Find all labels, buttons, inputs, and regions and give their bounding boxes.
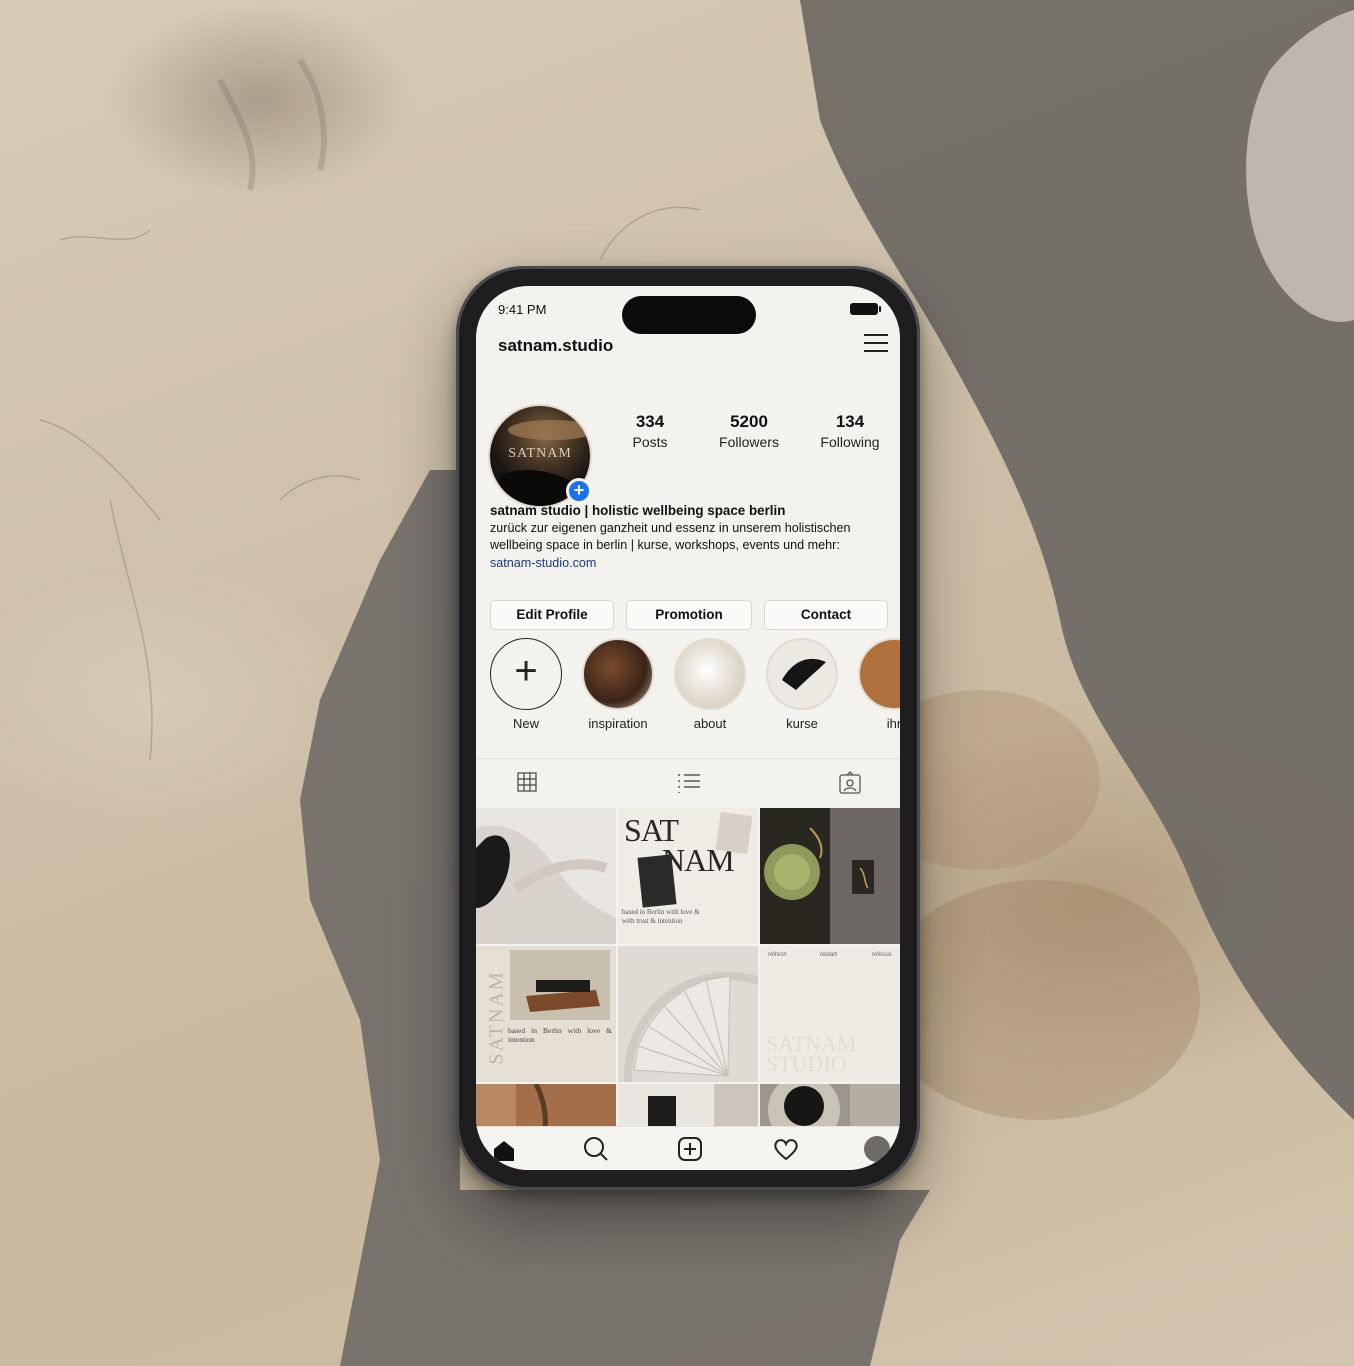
post-4-vertical-text: SATNAM <box>485 970 508 1065</box>
post-2-paper <box>715 811 753 855</box>
status-time: 9:41 PM <box>498 302 547 317</box>
post-6-title-b: STUDIO <box>766 1051 847 1076</box>
bio-name: satnam studio | holistic wellbeing space… <box>490 503 786 518</box>
dynamic-island <box>622 296 756 334</box>
post-4[interactable]: SATNAM based in Berlin with love & inten… <box>476 946 616 1082</box>
grid-icon[interactable] <box>516 771 538 793</box>
tagged-icon[interactable] <box>838 771 862 794</box>
avatar-logo-text: SATNAM <box>508 446 572 461</box>
highlight-kurse[interactable]: kurse <box>764 638 840 731</box>
home-icon[interactable] <box>490 1135 518 1163</box>
stat-followers[interactable]: 5200 Followers <box>708 412 790 450</box>
post-2-photo <box>637 854 677 908</box>
followers-count: 5200 <box>730 412 768 431</box>
post-6-label-b: restart <box>820 952 838 958</box>
hamburger-icon[interactable] <box>864 334 888 352</box>
highlight-label: ihr <box>886 716 900 731</box>
contact-button[interactable]: Contact <box>764 600 888 630</box>
bio-link[interactable]: satnam-studio.com <box>490 555 894 573</box>
post-5[interactable] <box>618 946 758 1082</box>
posts-label: Posts <box>632 434 668 450</box>
highlight-about[interactable]: about <box>672 638 748 731</box>
search-icon[interactable] <box>582 1135 610 1163</box>
following-label: Following <box>820 434 880 450</box>
highlight-label: about <box>693 716 727 731</box>
post-6-label-a: refresh <box>768 952 787 958</box>
instagram-profile-screen: 9:41 PM satnam.studio SATNAM + 334 Posts… <box>476 286 900 1170</box>
add-story-icon[interactable]: + <box>566 478 592 504</box>
highlight-label: New <box>512 716 539 731</box>
posts-count: 334 <box>635 412 665 431</box>
following-count: 134 <box>835 412 865 431</box>
profile-avatar[interactable]: SATNAM + <box>488 404 592 508</box>
post-1[interactable] <box>476 808 616 944</box>
profile-username[interactable]: satnam.studio <box>498 336 613 356</box>
profile-tabs <box>476 758 900 804</box>
plus-icon: + <box>490 638 562 710</box>
highlight-ihr[interactable]: ihr <box>856 638 900 731</box>
promotion-button[interactable]: Promotion <box>626 600 752 630</box>
highlight-inspiration[interactable]: inspiration <box>580 638 656 731</box>
profile-bio: satnam studio | holistic wellbeing space… <box>490 502 894 572</box>
list-icon[interactable] <box>676 771 702 794</box>
edit-profile-button[interactable]: Edit Profile <box>490 600 614 630</box>
phone-frame: 9:41 PM satnam.studio SATNAM + 334 Posts… <box>456 266 920 1190</box>
add-post-icon[interactable] <box>676 1135 704 1163</box>
highlight-thumbnail <box>674 638 746 710</box>
post-2[interactable]: SAT NAM based in Berlin with love & with… <box>618 808 758 944</box>
highlight-thumbnail <box>582 638 654 710</box>
highlight-new[interactable]: + New <box>488 638 564 731</box>
post-6[interactable]: refresh restart refocus SATNAM STUDIO <box>760 946 900 1082</box>
bottom-nav <box>476 1126 900 1170</box>
profile-icon[interactable] <box>864 1136 890 1162</box>
post-6-label-c: refocus <box>872 952 892 958</box>
highlight-label: kurse <box>786 716 818 731</box>
stat-posts[interactable]: 334 Posts <box>622 412 678 450</box>
highlight-thumbnail <box>858 638 900 710</box>
highlight-thumbnail <box>766 638 838 710</box>
post-2-caption: based in Berlin with love & with trust &… <box>622 908 700 925</box>
highlight-label: inspiration <box>588 716 648 731</box>
posts-grid: SAT NAM based in Berlin with love & with… <box>476 808 900 1170</box>
followers-label: Followers <box>719 434 779 450</box>
battery-icon <box>850 303 881 315</box>
stat-following[interactable]: 134 Following <box>810 412 890 450</box>
heart-icon[interactable] <box>772 1135 800 1163</box>
bio-text: zurück zur eigenen ganzheit und essenz i… <box>490 520 851 553</box>
post-3[interactable] <box>760 808 900 944</box>
post-4-caption: based in Berlin with love & intention <box>508 1026 612 1044</box>
